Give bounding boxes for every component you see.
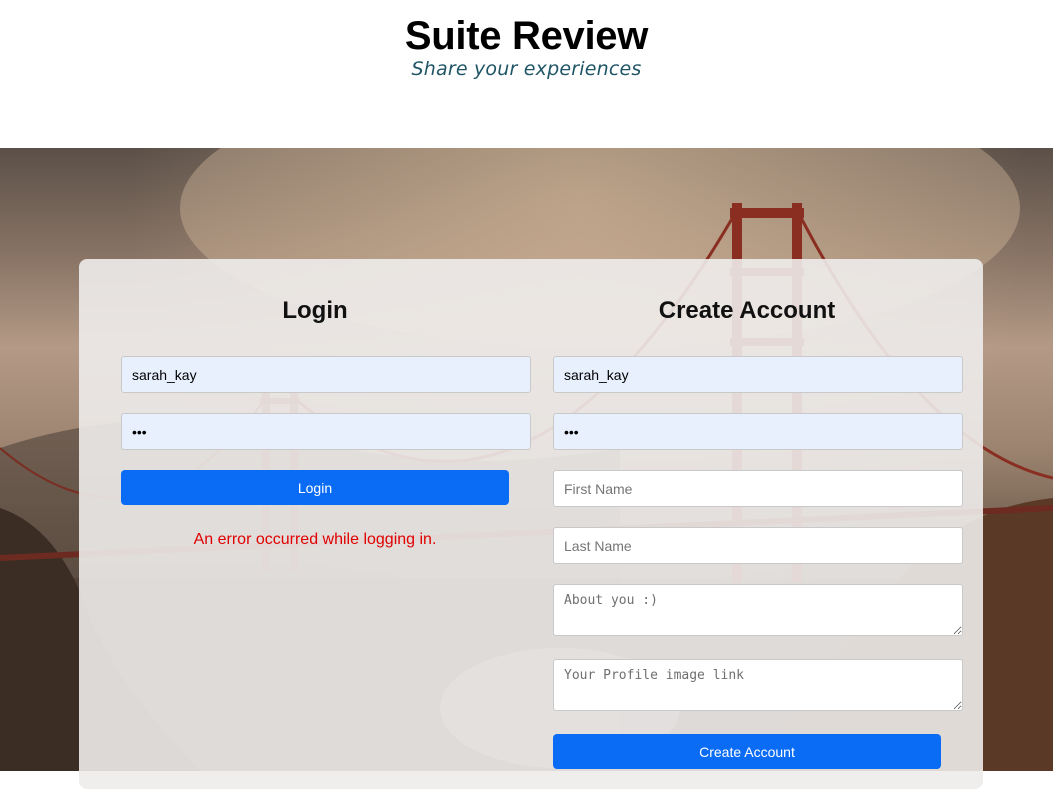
site-header: Suite Review Share your experiences [0,0,1053,148]
login-username-input[interactable] [121,356,531,393]
site-title: Suite Review [404,14,649,58]
site-tagline: Share your experiences [411,58,642,80]
create-account-heading: Create Account [658,297,836,324]
login-heading: Login [282,297,348,324]
create-account-button[interactable]: Create Account [553,734,941,769]
login-password-input[interactable] [121,413,531,450]
login-button[interactable]: Login [121,470,509,505]
last-name-input[interactable] [553,527,963,564]
first-name-input[interactable] [553,470,963,507]
about-you-textarea[interactable] [553,584,963,636]
signup-username-input[interactable] [553,356,963,393]
signup-password-input[interactable] [553,413,963,450]
profile-image-link-textarea[interactable] [553,659,963,711]
login-error-message: An error occurred while logging in. [193,531,437,548]
auth-card: Login Login An error occurred while logg… [79,259,983,789]
